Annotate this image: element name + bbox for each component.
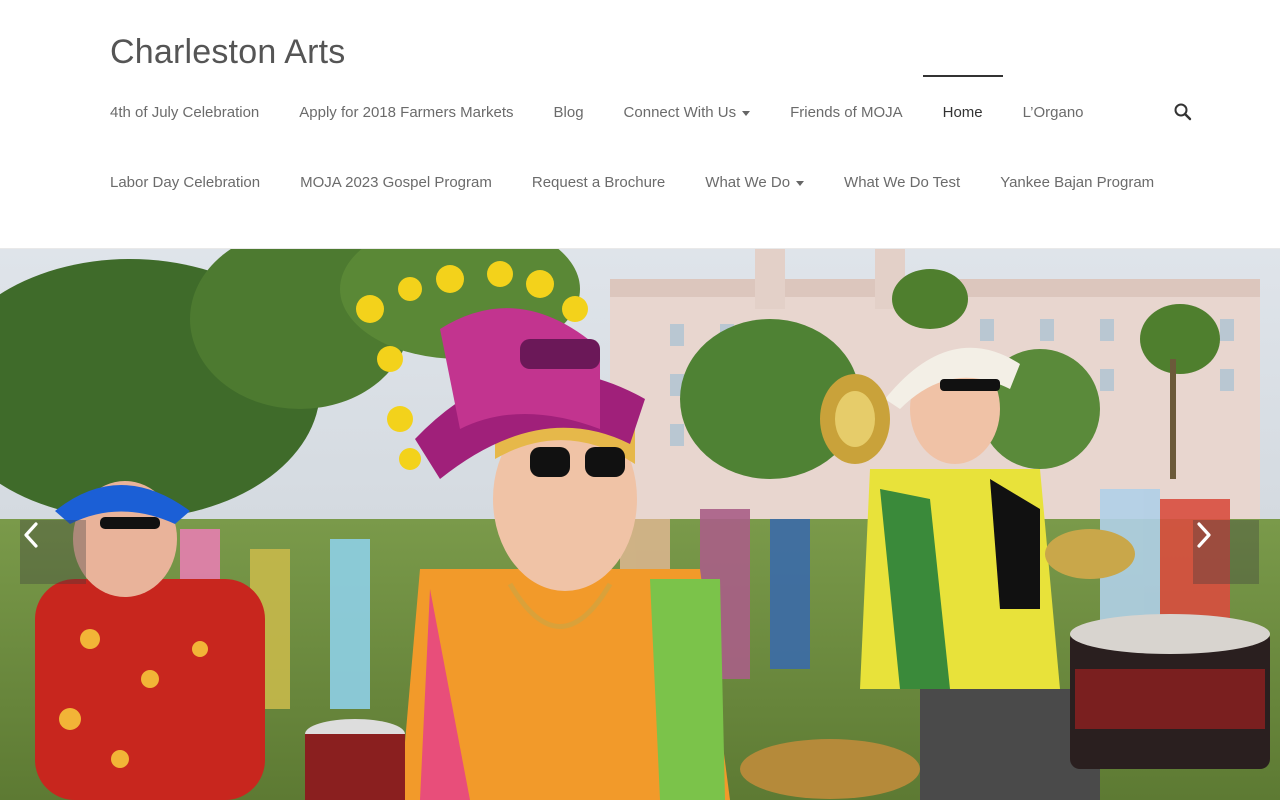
nav-item-label: MOJA 2023 Gospel Program xyxy=(300,173,492,191)
chevron-left-icon xyxy=(24,522,38,548)
nav-item-request-brochure[interactable]: Request a Brochure xyxy=(532,147,665,217)
nav-item-label: Friends of MOJA xyxy=(790,103,903,121)
nav-item-yankee-bajan[interactable]: Yankee Bajan Program xyxy=(1000,147,1154,217)
nav-item-4th-of-july[interactable]: 4th of July Celebration xyxy=(110,77,259,147)
nav-item-moja-gospel-program[interactable]: MOJA 2023 Gospel Program xyxy=(300,147,492,217)
slider-next-button[interactable] xyxy=(1193,520,1259,584)
nav-item-friends-of-moja[interactable]: Friends of MOJA xyxy=(790,77,903,147)
nav-item-what-we-do-test[interactable]: What We Do Test xyxy=(844,147,960,217)
primary-nav-row-2: Labor Day Celebration MOJA 2023 Gospel P… xyxy=(110,147,1194,217)
nav-item-connect-with-us[interactable]: Connect With Us xyxy=(624,77,751,147)
hero-image xyxy=(0,249,1280,800)
nav-item-home[interactable]: Home xyxy=(922,75,1003,147)
nav-item-label: Home xyxy=(942,103,983,121)
chevron-down-icon xyxy=(796,180,805,186)
site-header: Charleston Arts 4th of July Celebration … xyxy=(0,0,1280,249)
site-title[interactable]: Charleston Arts xyxy=(110,33,345,72)
nav-item-label: Yankee Bajan Program xyxy=(1000,173,1155,191)
nav-item-label: Request a Brochure xyxy=(531,173,666,191)
nav-item-label: Labor Day Celebration xyxy=(110,173,261,191)
nav-item-label: What We Do Test xyxy=(844,173,961,191)
nav-item-apply-farmers-markets[interactable]: Apply for 2018 Farmers Markets xyxy=(299,77,513,147)
primary-nav-row-1: 4th of July Celebration Apply for 2018 F… xyxy=(110,75,1124,147)
nav-item-what-we-do[interactable]: What We Do xyxy=(705,147,805,217)
nav-item-label: Connect With Us xyxy=(623,103,737,121)
nav-item-labor-day[interactable]: Labor Day Celebration xyxy=(110,147,260,217)
chevron-down-icon xyxy=(742,110,751,116)
nav-item-blog[interactable]: Blog xyxy=(554,77,584,147)
search-icon xyxy=(1174,103,1192,121)
nav-item-lorgano[interactable]: L’Organo xyxy=(1023,77,1084,147)
nav-item-label: 4th of July Celebration xyxy=(110,103,260,121)
slider-prev-button[interactable] xyxy=(20,520,86,584)
nav-item-label: Blog xyxy=(553,103,584,121)
hero-slider xyxy=(0,249,1280,800)
chevron-right-icon xyxy=(1197,522,1211,548)
nav-item-label: L’Organo xyxy=(1022,103,1084,121)
nav-item-label: What We Do xyxy=(705,173,791,191)
search-button[interactable] xyxy=(1172,101,1194,123)
nav-item-label: Apply for 2018 Farmers Markets xyxy=(299,103,514,121)
